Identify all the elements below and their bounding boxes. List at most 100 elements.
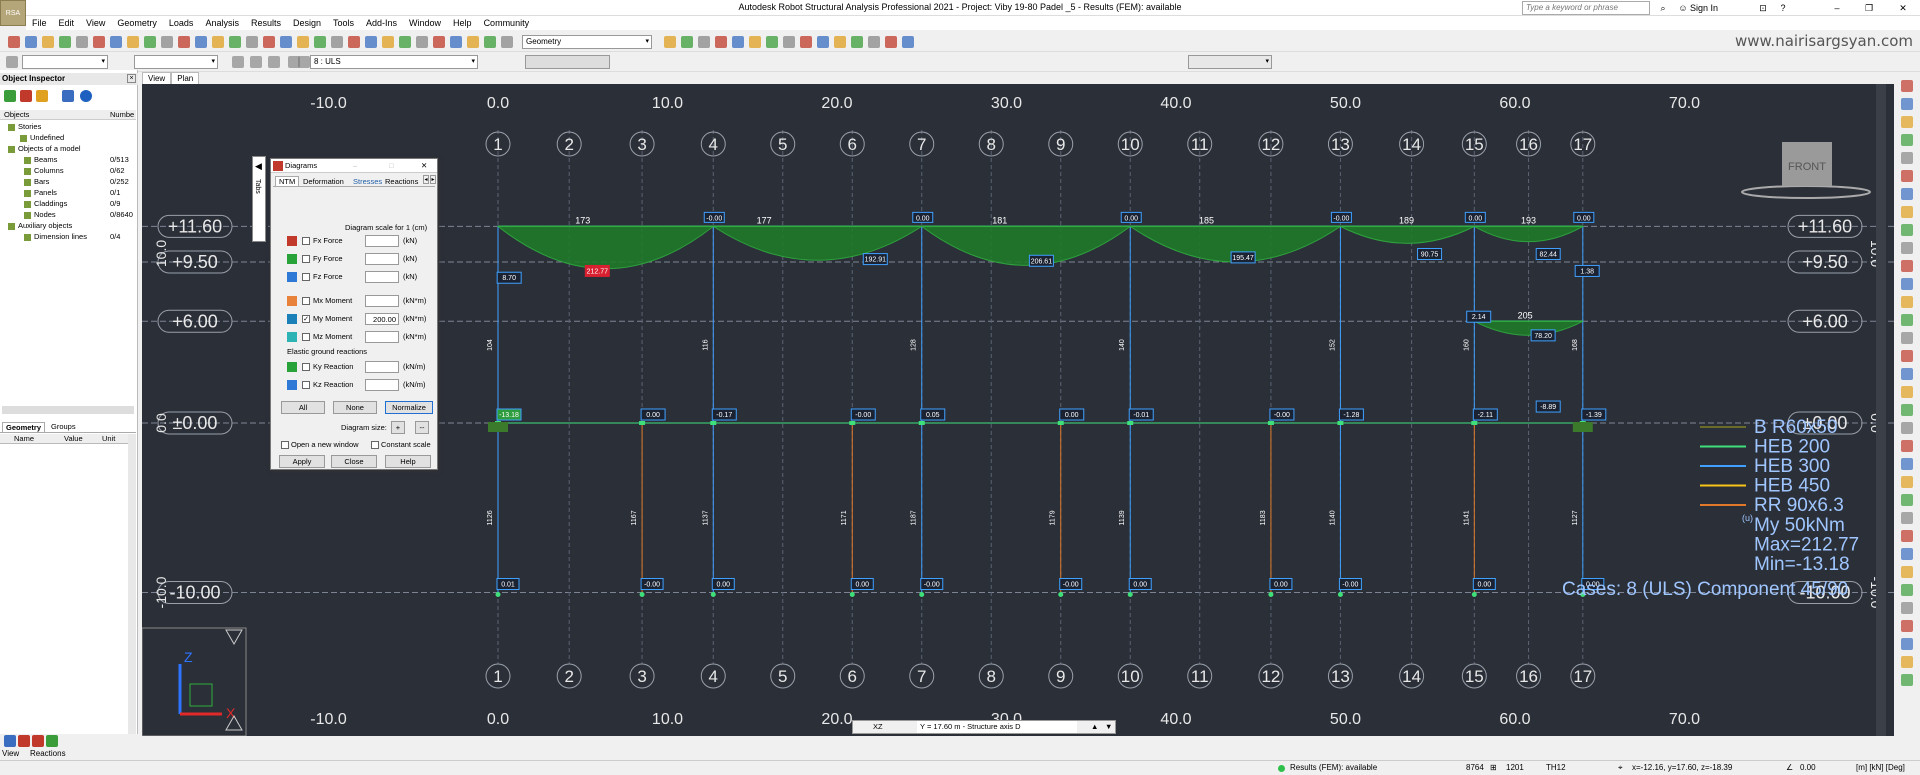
constant-scale-checkbox[interactable] <box>371 441 379 449</box>
color-swatch[interactable] <box>287 236 297 246</box>
arrow-up-icon[interactable]: ▲ <box>1091 721 1098 733</box>
toolbar-tool-icon[interactable] <box>467 36 479 48</box>
menu-edit[interactable]: Edit <box>53 16 81 30</box>
toolbar-tool-icon[interactable] <box>127 36 139 48</box>
side-tool-icon[interactable] <box>1901 404 1913 416</box>
toolbar-tool-icon[interactable] <box>263 36 275 48</box>
toolbar-tool-icon[interactable] <box>766 36 778 48</box>
menu-results[interactable]: Results <box>245 16 287 30</box>
side-tool-icon[interactable] <box>1901 674 1913 686</box>
toolbar-tool-icon[interactable] <box>416 36 428 48</box>
minimize-icon[interactable]: – <box>1830 1 1844 15</box>
normalize-button[interactable]: Normalize <box>385 401 433 414</box>
toolbar-tool-icon[interactable] <box>868 36 880 48</box>
side-tool-icon[interactable] <box>1901 530 1913 542</box>
report-icon[interactable] <box>32 735 44 747</box>
tab-stresses[interactable]: Stresses <box>353 177 382 186</box>
view-icon[interactable] <box>4 735 16 747</box>
arrow-down-icon[interactable]: ▼ <box>1105 721 1112 733</box>
toolbar-tool-icon[interactable] <box>298 56 310 68</box>
menu-view[interactable]: View <box>80 16 111 30</box>
tab-reactions-bottom[interactable]: Reactions <box>30 749 66 758</box>
menu-geometry[interactable]: Geometry <box>111 16 163 30</box>
side-tool-icon[interactable] <box>1901 386 1913 398</box>
toolbar-tool-icon[interactable] <box>885 36 897 48</box>
menu-design[interactable]: Design <box>287 16 327 30</box>
none-button[interactable]: None <box>333 401 377 414</box>
toolbar-tool-icon[interactable] <box>8 36 20 48</box>
sort-icon[interactable] <box>20 90 32 102</box>
toolbar-tool-icon[interactable] <box>59 36 71 48</box>
toolbar-tool-icon[interactable] <box>399 36 411 48</box>
toolbar-tool-icon[interactable] <box>382 36 394 48</box>
diagram-checkbox[interactable] <box>302 237 310 245</box>
side-tool-icon[interactable] <box>1901 620 1913 632</box>
tab-scroll-right-icon[interactable]: ▸ <box>430 175 436 184</box>
side-tool-icon[interactable] <box>1901 242 1913 254</box>
scale-input[interactable] <box>365 253 399 265</box>
apply-button[interactable]: Apply <box>279 455 325 468</box>
menu-community[interactable]: Community <box>478 16 536 30</box>
tools-icon[interactable] <box>36 90 48 102</box>
toolbar-tool-icon[interactable] <box>25 36 37 48</box>
toolbar-tool-icon[interactable] <box>348 36 360 48</box>
side-tool-icon[interactable] <box>1901 152 1913 164</box>
mode-combo[interactable] <box>525 55 610 69</box>
filter-combo[interactable]: ▾ <box>134 55 218 69</box>
app-logo[interactable]: RSA <box>0 0 26 26</box>
color-swatch[interactable] <box>287 380 297 390</box>
scale-input[interactable]: 200.00 <box>365 313 399 325</box>
toolbar-tool-icon[interactable] <box>268 56 280 68</box>
toolbar-tool-icon[interactable] <box>484 36 496 48</box>
axis-selector[interactable]: XZ Y = 17.60 m - Structure axis D ▲ ▼ <box>852 720 1116 734</box>
restore-icon[interactable]: ❐ <box>1862 1 1876 15</box>
toolbar-tool-icon[interactable] <box>161 36 173 48</box>
toolbar-tool-icon[interactable] <box>664 36 676 48</box>
side-tool-icon[interactable] <box>1901 494 1913 506</box>
open-new-window-checkbox[interactable] <box>281 441 289 449</box>
scrollbar-horizontal[interactable] <box>2 406 134 414</box>
toolbar-tool-icon[interactable] <box>229 36 241 48</box>
find-icon[interactable] <box>62 90 74 102</box>
tab-view-bottom[interactable]: View <box>2 749 19 758</box>
tree-item[interactable]: Beams <box>24 155 57 165</box>
all-button[interactable]: All <box>281 401 325 414</box>
toolbar-tool-icon[interactable] <box>800 36 812 48</box>
diagram-checkbox[interactable] <box>302 273 310 281</box>
toolbar-tool-icon[interactable] <box>76 36 88 48</box>
tree-item[interactable]: Auxiliary objects <box>8 221 72 231</box>
side-tool-icon[interactable] <box>1901 296 1913 308</box>
side-tool-icon[interactable] <box>1901 440 1913 452</box>
diagram-checkbox[interactable] <box>302 381 310 389</box>
tree-item[interactable]: Panels <box>24 188 57 198</box>
filter-icon[interactable] <box>4 90 16 102</box>
color-swatch[interactable] <box>287 332 297 342</box>
toolbar-tool-icon[interactable] <box>817 36 829 48</box>
scale-input[interactable] <box>365 295 399 307</box>
toolbar-tool-icon[interactable] <box>834 36 846 48</box>
side-tool-icon[interactable] <box>1901 566 1913 578</box>
tree-item[interactable]: Columns <box>24 166 64 176</box>
menu-loads[interactable]: Loads <box>163 16 200 30</box>
scale-input[interactable] <box>365 331 399 343</box>
tab-geometry[interactable]: Geometry <box>2 422 46 433</box>
side-tool-icon[interactable] <box>1901 548 1913 560</box>
dialog-side-tab[interactable]: ◀ Tabs <box>252 156 266 242</box>
color-swatch[interactable] <box>287 314 297 324</box>
toolbar-tool-icon[interactable] <box>212 36 224 48</box>
menu-help[interactable]: Help <box>447 16 478 30</box>
help-icon[interactable]: ? <box>1776 1 1790 15</box>
toolbar-tool-icon[interactable] <box>297 36 309 48</box>
side-tool-icon[interactable] <box>1901 314 1913 326</box>
side-tool-icon[interactable] <box>1901 638 1913 650</box>
side-tool-icon[interactable] <box>1901 602 1913 614</box>
side-tool-icon[interactable] <box>1901 332 1913 344</box>
scale-input[interactable] <box>365 271 399 283</box>
diagram-checkbox[interactable] <box>302 363 310 371</box>
menu-add-ins[interactable]: Add-Ins <box>360 16 403 30</box>
toolbar-tool-icon[interactable] <box>715 36 727 48</box>
tree-item[interactable]: Nodes <box>24 210 56 220</box>
side-tool-icon[interactable] <box>1901 260 1913 272</box>
side-tool-icon[interactable] <box>1901 476 1913 488</box>
tree-item[interactable]: Claddings <box>24 199 67 209</box>
